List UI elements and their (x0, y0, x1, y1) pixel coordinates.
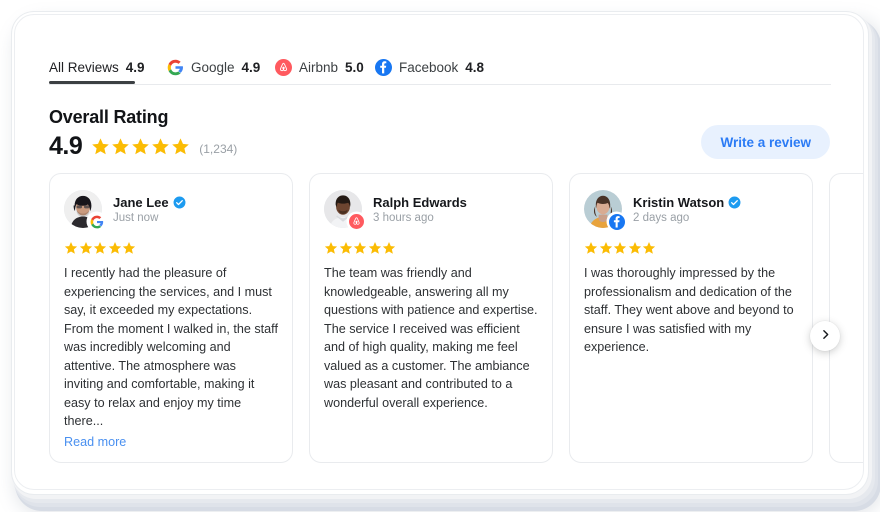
review-timestamp: Just now (113, 211, 159, 224)
airbnb-icon (348, 213, 365, 230)
tab-all-reviews[interactable]: All Reviews 4.9 (49, 49, 145, 85)
review-author-block: Kristin Watson 2 days ago (633, 195, 741, 224)
star-icon (368, 242, 381, 254)
chevron-right-icon (819, 328, 832, 344)
review-timestamp: 2 days ago (633, 211, 690, 224)
google-icon (88, 213, 105, 230)
star-icon (92, 138, 110, 155)
review-timestamp: 3 hours ago (373, 211, 434, 224)
overall-rating-value: 4.9 (49, 132, 83, 160)
review-author-name: Jane Lee (113, 194, 169, 210)
carousel-next-button[interactable] (810, 321, 840, 351)
star-icon (64, 242, 78, 254)
tab-all-reviews-score: 4.9 (125, 59, 145, 75)
star-icon (339, 242, 352, 254)
reviews-widget-window: All Reviews 4.9 Google 4.9 Airbnb 5.0 Fa… (14, 14, 864, 490)
star-icon (584, 242, 598, 254)
review-author: Kristin Watson (633, 195, 741, 210)
star-icon (613, 242, 627, 254)
star-icon (152, 138, 170, 155)
review-stars (584, 241, 798, 255)
read-more-link[interactable]: Read more (64, 435, 126, 449)
tab-bar: All Reviews 4.9 Google 4.9 Airbnb 5.0 Fa… (15, 49, 863, 85)
review-author: Ralph Edwards (373, 195, 467, 210)
review-card[interactable]: Ralph Edwards 3 hours ago The team was f… (309, 173, 553, 463)
tab-facebook-score: 4.8 (465, 59, 485, 75)
star-icon (628, 242, 641, 254)
facebook-icon (375, 58, 392, 76)
tab-airbnb-score: 5.0 (345, 59, 364, 75)
tab-google[interactable]: Google 4.9 (167, 49, 260, 85)
review-card-next-partial[interactable] (829, 173, 863, 463)
star-icon (172, 138, 190, 155)
tab-google-score: 4.9 (241, 59, 261, 75)
review-header: Jane Lee Just now (64, 190, 278, 230)
star-icon (324, 242, 338, 254)
verified-badge-icon (173, 196, 186, 209)
tab-google-label: Google (191, 59, 235, 75)
review-header: Kristin Watson 2 days ago (584, 190, 798, 230)
review-card[interactable]: Jane Lee Just now I recently had the ple… (49, 173, 293, 463)
review-text: I was thoroughly impressed by the profes… (584, 266, 794, 354)
star-icon (642, 242, 656, 254)
star-icon (122, 242, 136, 254)
google-icon (167, 59, 184, 76)
avatar (324, 190, 365, 230)
tab-all-reviews-label: All Reviews (49, 59, 119, 75)
verified-badge-icon (728, 196, 741, 209)
star-icon (112, 138, 130, 155)
review-stars (64, 241, 278, 255)
avatar (584, 190, 625, 230)
review-text: I recently had the pleasure of experienc… (64, 266, 278, 428)
star-icon (382, 242, 396, 254)
star-icon (353, 242, 367, 254)
review-author-block: Jane Lee Just now (113, 195, 186, 224)
review-stars (324, 241, 538, 255)
star-icon (108, 242, 121, 254)
write-review-button[interactable]: Write a review (701, 125, 830, 159)
star-icon (93, 242, 107, 254)
facebook-icon (608, 213, 625, 230)
review-text: The team was friendly and knowledgeable,… (324, 266, 538, 410)
review-header: Ralph Edwards 3 hours ago (324, 190, 538, 230)
review-author-name: Kristin Watson (633, 194, 725, 210)
star-icon (599, 242, 612, 254)
reviews-carousel: Jane Lee Just now I recently had the ple… (49, 173, 863, 463)
airbnb-icon (275, 58, 292, 76)
star-icon (132, 138, 150, 155)
review-count: (1,234) (199, 142, 238, 156)
overall-rating-stars (91, 137, 190, 156)
tab-airbnb-label: Airbnb (299, 59, 339, 75)
tab-facebook[interactable]: Facebook 4.8 (375, 49, 484, 85)
star-icon (79, 242, 92, 254)
tab-airbnb[interactable]: Airbnb 5.0 (275, 49, 364, 85)
overall-rating-row: 4.9 (1,234) (49, 132, 237, 161)
review-author-block: Ralph Edwards 3 hours ago (373, 195, 467, 224)
review-author: Jane Lee (113, 195, 186, 210)
review-card[interactable]: Kristin Watson 2 days ago I was thorough… (569, 173, 813, 463)
review-author-name: Ralph Edwards (373, 194, 467, 210)
page-title: Overall Rating (49, 107, 169, 127)
avatar (64, 190, 105, 230)
tab-facebook-label: Facebook (399, 59, 459, 75)
